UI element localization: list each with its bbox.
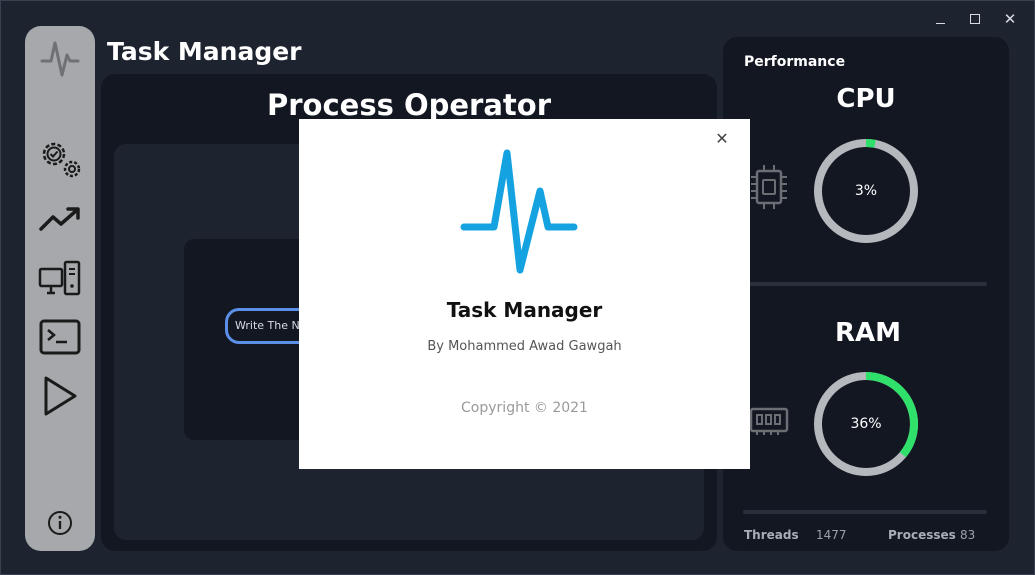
minimize-icon xyxy=(935,22,945,24)
close-dialog-button[interactable]: ✕ xyxy=(712,128,732,148)
threads-label: Threads xyxy=(744,528,799,542)
maximize-icon xyxy=(970,14,980,24)
run-icon[interactable] xyxy=(35,373,85,419)
cpu-label: CPU xyxy=(836,84,896,114)
panel-heading: Process Operator xyxy=(267,88,551,122)
cpu-gauge: 3% xyxy=(812,137,920,245)
dialog-author: By Mohammed Awad Gawgah xyxy=(427,339,622,354)
divider xyxy=(743,510,987,514)
divider xyxy=(743,282,987,286)
performance-panel: Performance CPU 3% RAM 36% Threads 1477 … xyxy=(723,37,1009,551)
dialog-title: Task Manager xyxy=(446,298,603,322)
maximize-button[interactable] xyxy=(964,9,986,29)
processes-value: 83 xyxy=(960,528,976,542)
dialog-copyright: Copyright © 2021 xyxy=(461,400,588,416)
settings-icon[interactable] xyxy=(35,136,85,182)
ram-chip-icon xyxy=(749,405,789,441)
terminal-icon[interactable] xyxy=(35,314,85,360)
performance-icon[interactable] xyxy=(35,196,85,242)
performance-title: Performance xyxy=(744,54,846,70)
close-window-button[interactable]: ✕ xyxy=(999,9,1021,29)
cpu-chip-icon xyxy=(749,161,789,217)
app-logo-icon xyxy=(35,34,85,80)
threads-value: 1477 xyxy=(816,528,847,542)
about-dialog: ✕ Task Manager By Mohammed Awad Gawgah C… xyxy=(299,119,750,469)
computer-icon[interactable] xyxy=(35,255,85,301)
task-manager-window: ✕ Task Manager Process Operator Write Th… xyxy=(0,0,1035,575)
ram-percent: 36% xyxy=(850,416,882,432)
minimize-button[interactable] xyxy=(929,9,951,29)
cpu-percent: 3% xyxy=(854,183,878,199)
ram-gauge: 36% xyxy=(812,370,920,478)
processes-label: Processes xyxy=(888,528,956,542)
info-icon[interactable] xyxy=(35,500,85,546)
ram-label: RAM xyxy=(834,318,901,348)
pulse-logo-icon xyxy=(460,146,580,280)
app-title: Task Manager xyxy=(107,37,302,66)
sidebar xyxy=(25,26,95,551)
